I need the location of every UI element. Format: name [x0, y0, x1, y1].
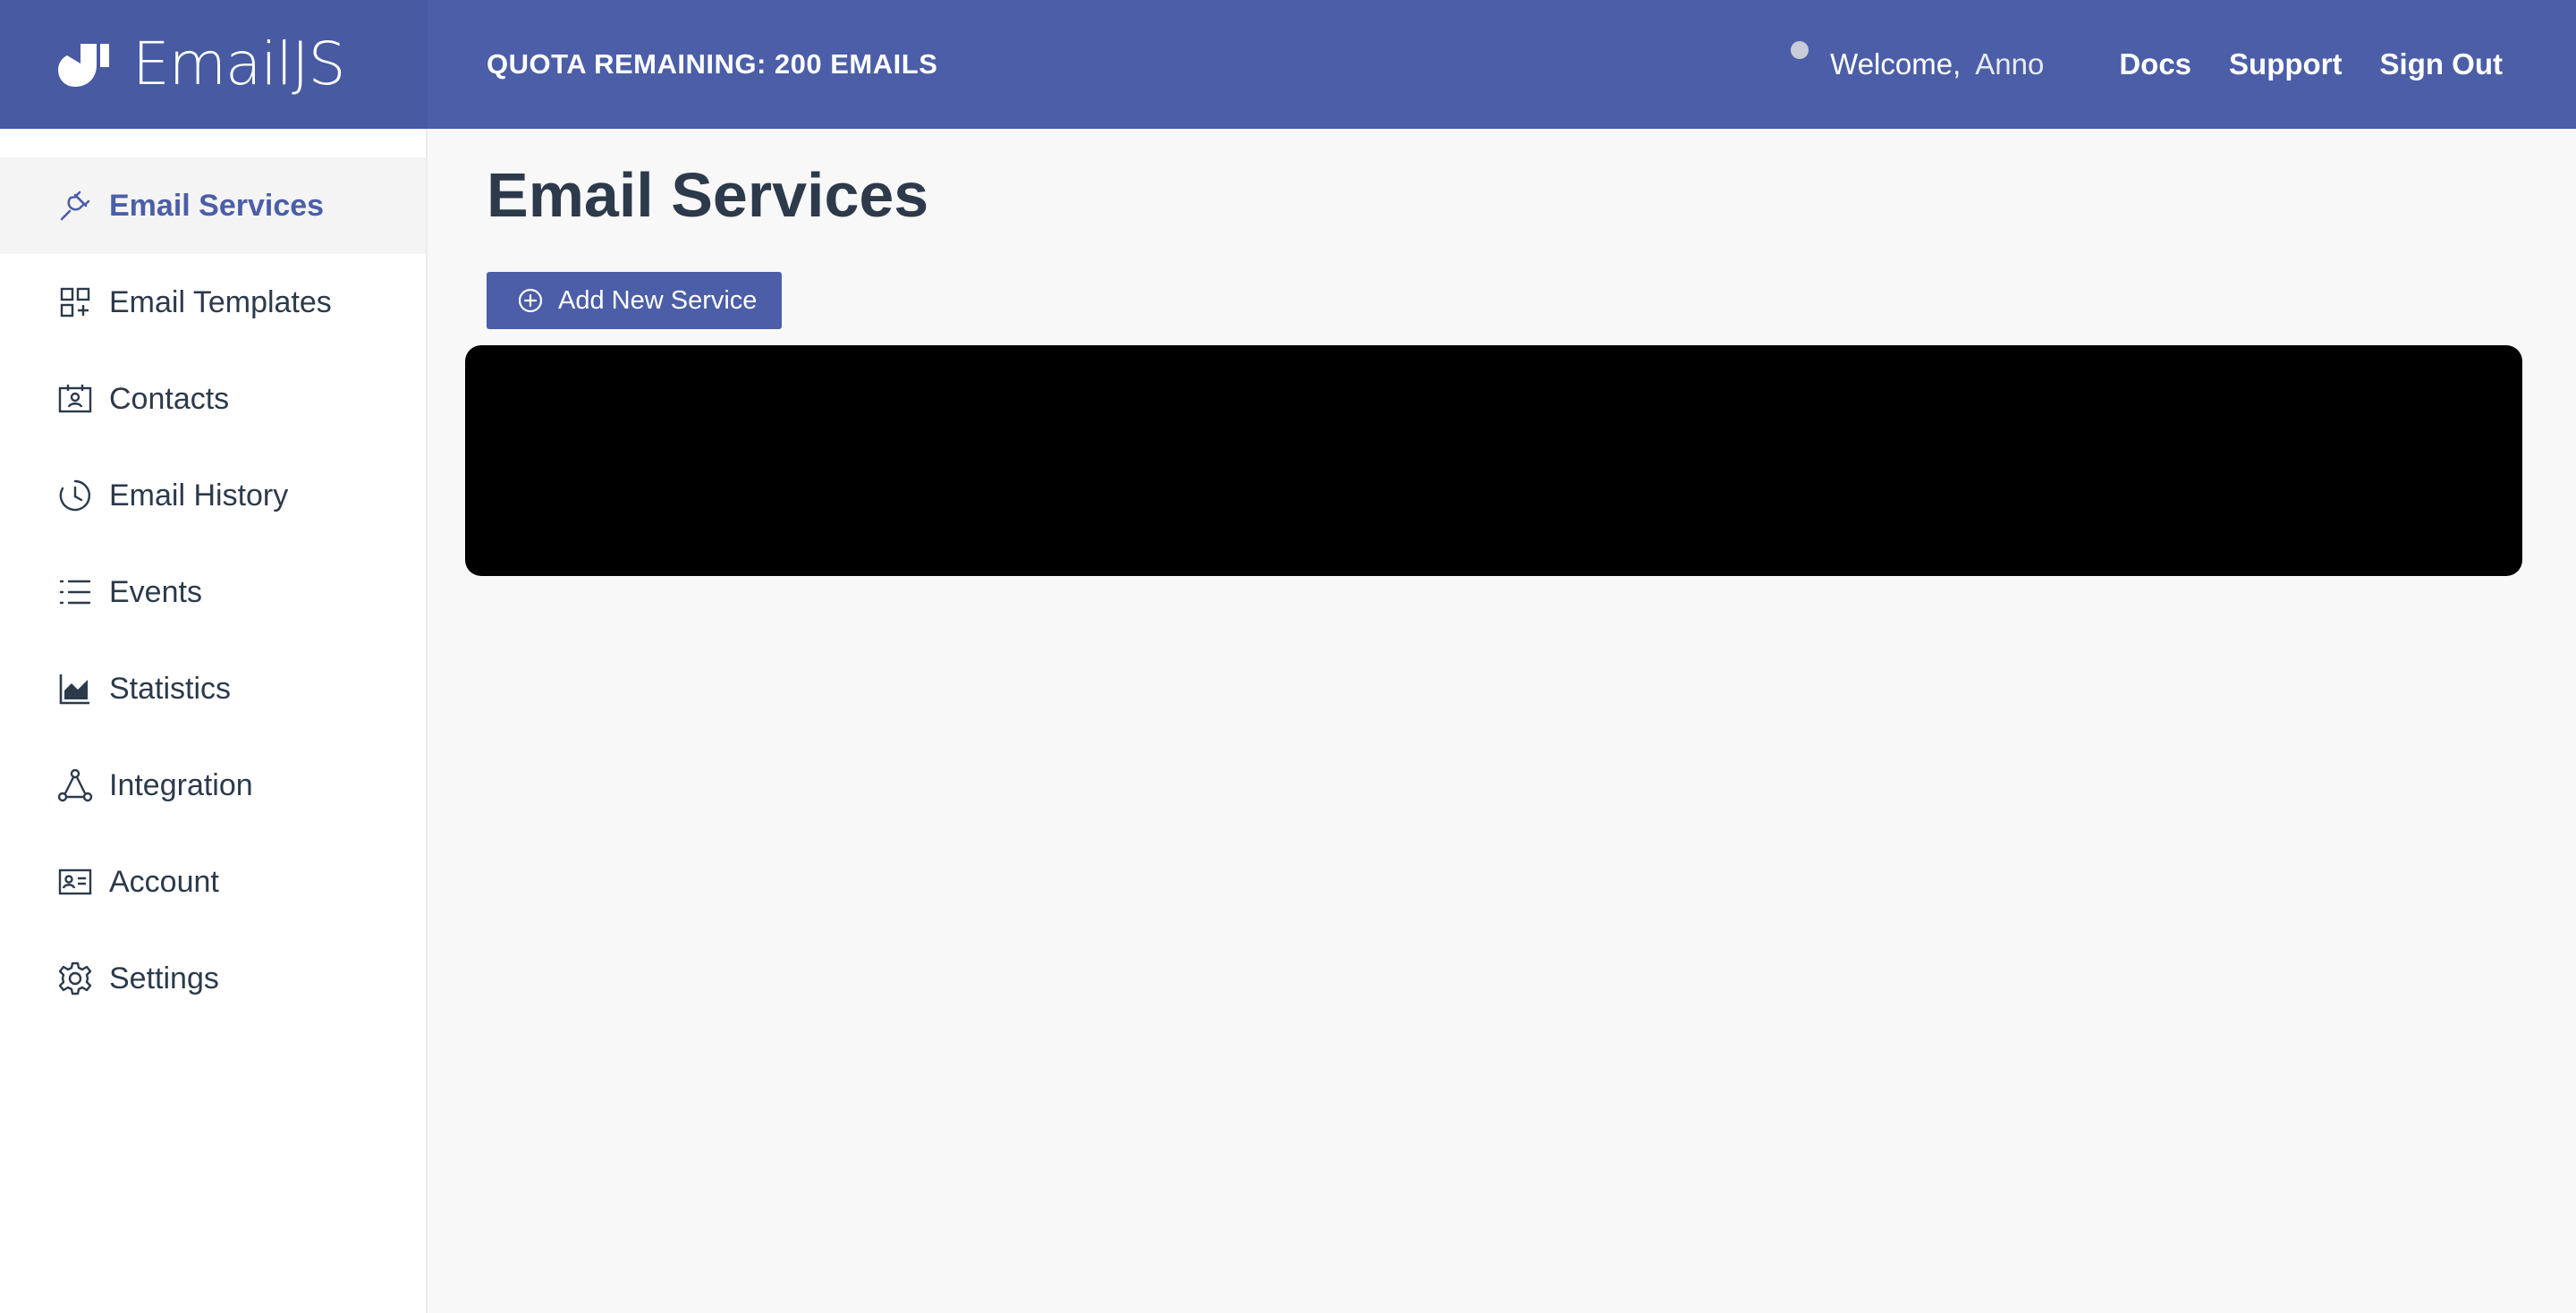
integration-nodes-icon — [57, 767, 93, 803]
username[interactable]: Anno — [1975, 47, 2044, 81]
sidebar-item-settings[interactable]: Settings — [0, 930, 426, 1027]
gear-icon — [57, 961, 93, 996]
sidebar-item-statistics[interactable]: Statistics — [0, 640, 426, 737]
add-new-service-label: Add New Service — [558, 285, 758, 315]
app-root: EmailJS QUOTA REMAINING: 200 EMAILS Welc… — [0, 0, 2576, 1313]
emailjs-logo-icon — [58, 44, 109, 87]
plug-icon — [57, 188, 93, 224]
sidebar-item-label: Statistics — [109, 671, 232, 706]
main-content: Email Services Add New Service — [428, 129, 2576, 1313]
sign-out-link[interactable]: Sign Out — [2380, 47, 2503, 81]
sidebar-item-label: Contacts — [109, 381, 230, 416]
sidebar-item-account[interactable]: Account — [0, 834, 426, 930]
top-bar: EmailJS QUOTA REMAINING: 200 EMAILS Welc… — [0, 0, 2576, 129]
user-nav: Welcome, Anno Docs Support Sign Out — [1791, 0, 2503, 129]
sidebar-item-email-history[interactable]: Email History — [0, 447, 426, 544]
status-dot-icon — [1791, 41, 1809, 59]
area-chart-icon — [57, 671, 93, 707]
sidebar-item-integration[interactable]: Integration — [0, 737, 426, 834]
sidebar-item-label: Email History — [109, 478, 289, 512]
history-clock-icon — [57, 478, 93, 513]
list-icon — [57, 574, 93, 610]
sidebar-item-label: Email Templates — [109, 284, 332, 319]
support-link[interactable]: Support — [2229, 47, 2342, 81]
sidebar-item-label: Events — [109, 574, 202, 609]
docs-link[interactable]: Docs — [2119, 47, 2191, 81]
sidebar-item-contacts[interactable]: Contacts — [0, 351, 426, 447]
brand-name: EmailJS — [132, 30, 345, 98]
sidebar-item-label: Settings — [109, 961, 219, 995]
templates-grid-icon — [57, 284, 93, 320]
id-card-icon — [57, 864, 93, 900]
add-new-service-button[interactable]: Add New Service — [487, 272, 782, 329]
sidebar-item-label: Email Services — [109, 188, 325, 223]
sidebar-list: Email Services Email Templates Contacts … — [0, 157, 426, 1027]
redacted-services-panel — [465, 345, 2522, 576]
quota-remaining: QUOTA REMAINING: 200 EMAILS — [487, 48, 938, 80]
contacts-card-icon — [57, 381, 93, 417]
add-circle-icon — [518, 288, 543, 313]
brand[interactable]: EmailJS — [0, 0, 428, 129]
sidebar-item-email-templates[interactable]: Email Templates — [0, 254, 426, 351]
sidebar-item-email-services[interactable]: Email Services — [0, 157, 426, 254]
sidebar-item-label: Integration — [109, 767, 253, 802]
welcome-text: Welcome, — [1830, 47, 1962, 80]
sidebar-item-events[interactable]: Events — [0, 544, 426, 640]
sidebar: Email Services Email Templates Contacts … — [0, 129, 428, 1313]
page-title: Email Services — [487, 160, 929, 230]
sidebar-item-label: Account — [109, 864, 219, 899]
